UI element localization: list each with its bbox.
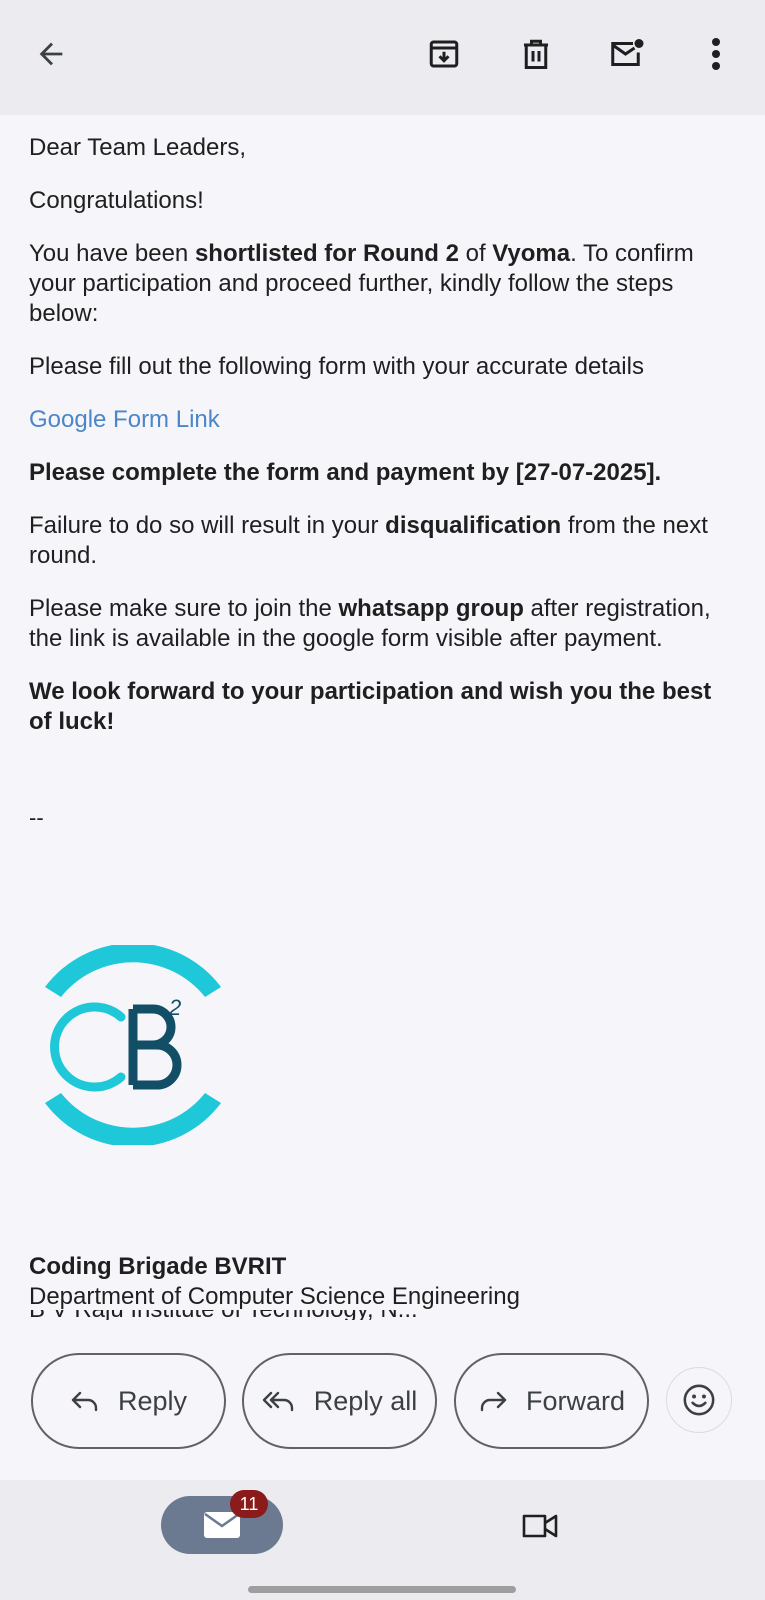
signature-department: Department of Computer Science Engineeri…	[29, 1283, 520, 1310]
signature-name: Coding Brigade BVRIT	[29, 1253, 287, 1280]
gesture-home-indicator[interactable]	[248, 1586, 516, 1593]
bottom-navigation: 11	[0, 1480, 765, 1600]
smiley-icon	[683, 1384, 715, 1416]
back-arrow-icon	[39, 42, 63, 66]
archive-icon	[429, 40, 459, 68]
failure-paragraph: Failure to do so will result in your dis…	[29, 512, 708, 569]
whatsapp-paragraph: Please make sure to join the whatsapp gr…	[29, 595, 711, 652]
video-camera-icon	[522, 1514, 558, 1538]
google-form-link[interactable]: Google Form Link	[29, 406, 220, 433]
shortlist-paragraph: You have been shortlisted for Round 2 of…	[29, 240, 694, 327]
forward-icon	[480, 1391, 507, 1412]
congratulations-line: Congratulations!	[29, 187, 204, 214]
email-body: Dear Team Leaders, Congratulations! You …	[0, 115, 765, 1320]
logo-superscript: 2	[168, 995, 181, 1020]
top-app-bar	[0, 0, 765, 115]
nav-meet-tab[interactable]	[520, 1510, 560, 1547]
reply-label: Reply	[117, 1385, 188, 1416]
mark-unread-icon	[611, 39, 644, 66]
delete-button[interactable]	[512, 30, 560, 78]
coding-brigade-logo: 2	[45, 945, 221, 1145]
delete-icon	[524, 39, 548, 69]
form-instruction: Please fill out the following form with …	[29, 353, 644, 380]
email-text: Dear Team Leaders, Congratulations! You …	[29, 133, 739, 760]
reply-button[interactable]: Reply	[31, 1353, 226, 1449]
more-vert-icon	[712, 38, 720, 70]
mark-unread-button[interactable]	[603, 30, 651, 78]
more-options-button[interactable]	[692, 30, 740, 78]
closing-line: We look forward to your participation an…	[29, 678, 712, 735]
emoji-reaction-button[interactable]	[666, 1367, 732, 1433]
forward-button[interactable]: Forward	[454, 1353, 649, 1449]
reply-actions-bar: Reply Reply all Forward	[0, 1320, 765, 1480]
deadline-line: Please complete the form and payment by …	[29, 459, 662, 486]
signature-institute-cut: B V Raju Institute of Technology, N...	[29, 1310, 418, 1320]
signature-separator: --	[29, 805, 44, 830]
reply-icon	[71, 1391, 98, 1412]
reply-all-button[interactable]: Reply all	[242, 1353, 437, 1449]
greeting: Dear Team Leaders,	[29, 134, 247, 161]
back-button[interactable]	[27, 30, 75, 78]
forward-label: Forward	[525, 1385, 626, 1416]
unread-count-badge: 11	[230, 1490, 268, 1518]
reply-all-label: Reply all	[313, 1385, 418, 1416]
archive-button[interactable]	[420, 30, 468, 78]
reply-all-icon	[262, 1391, 293, 1412]
